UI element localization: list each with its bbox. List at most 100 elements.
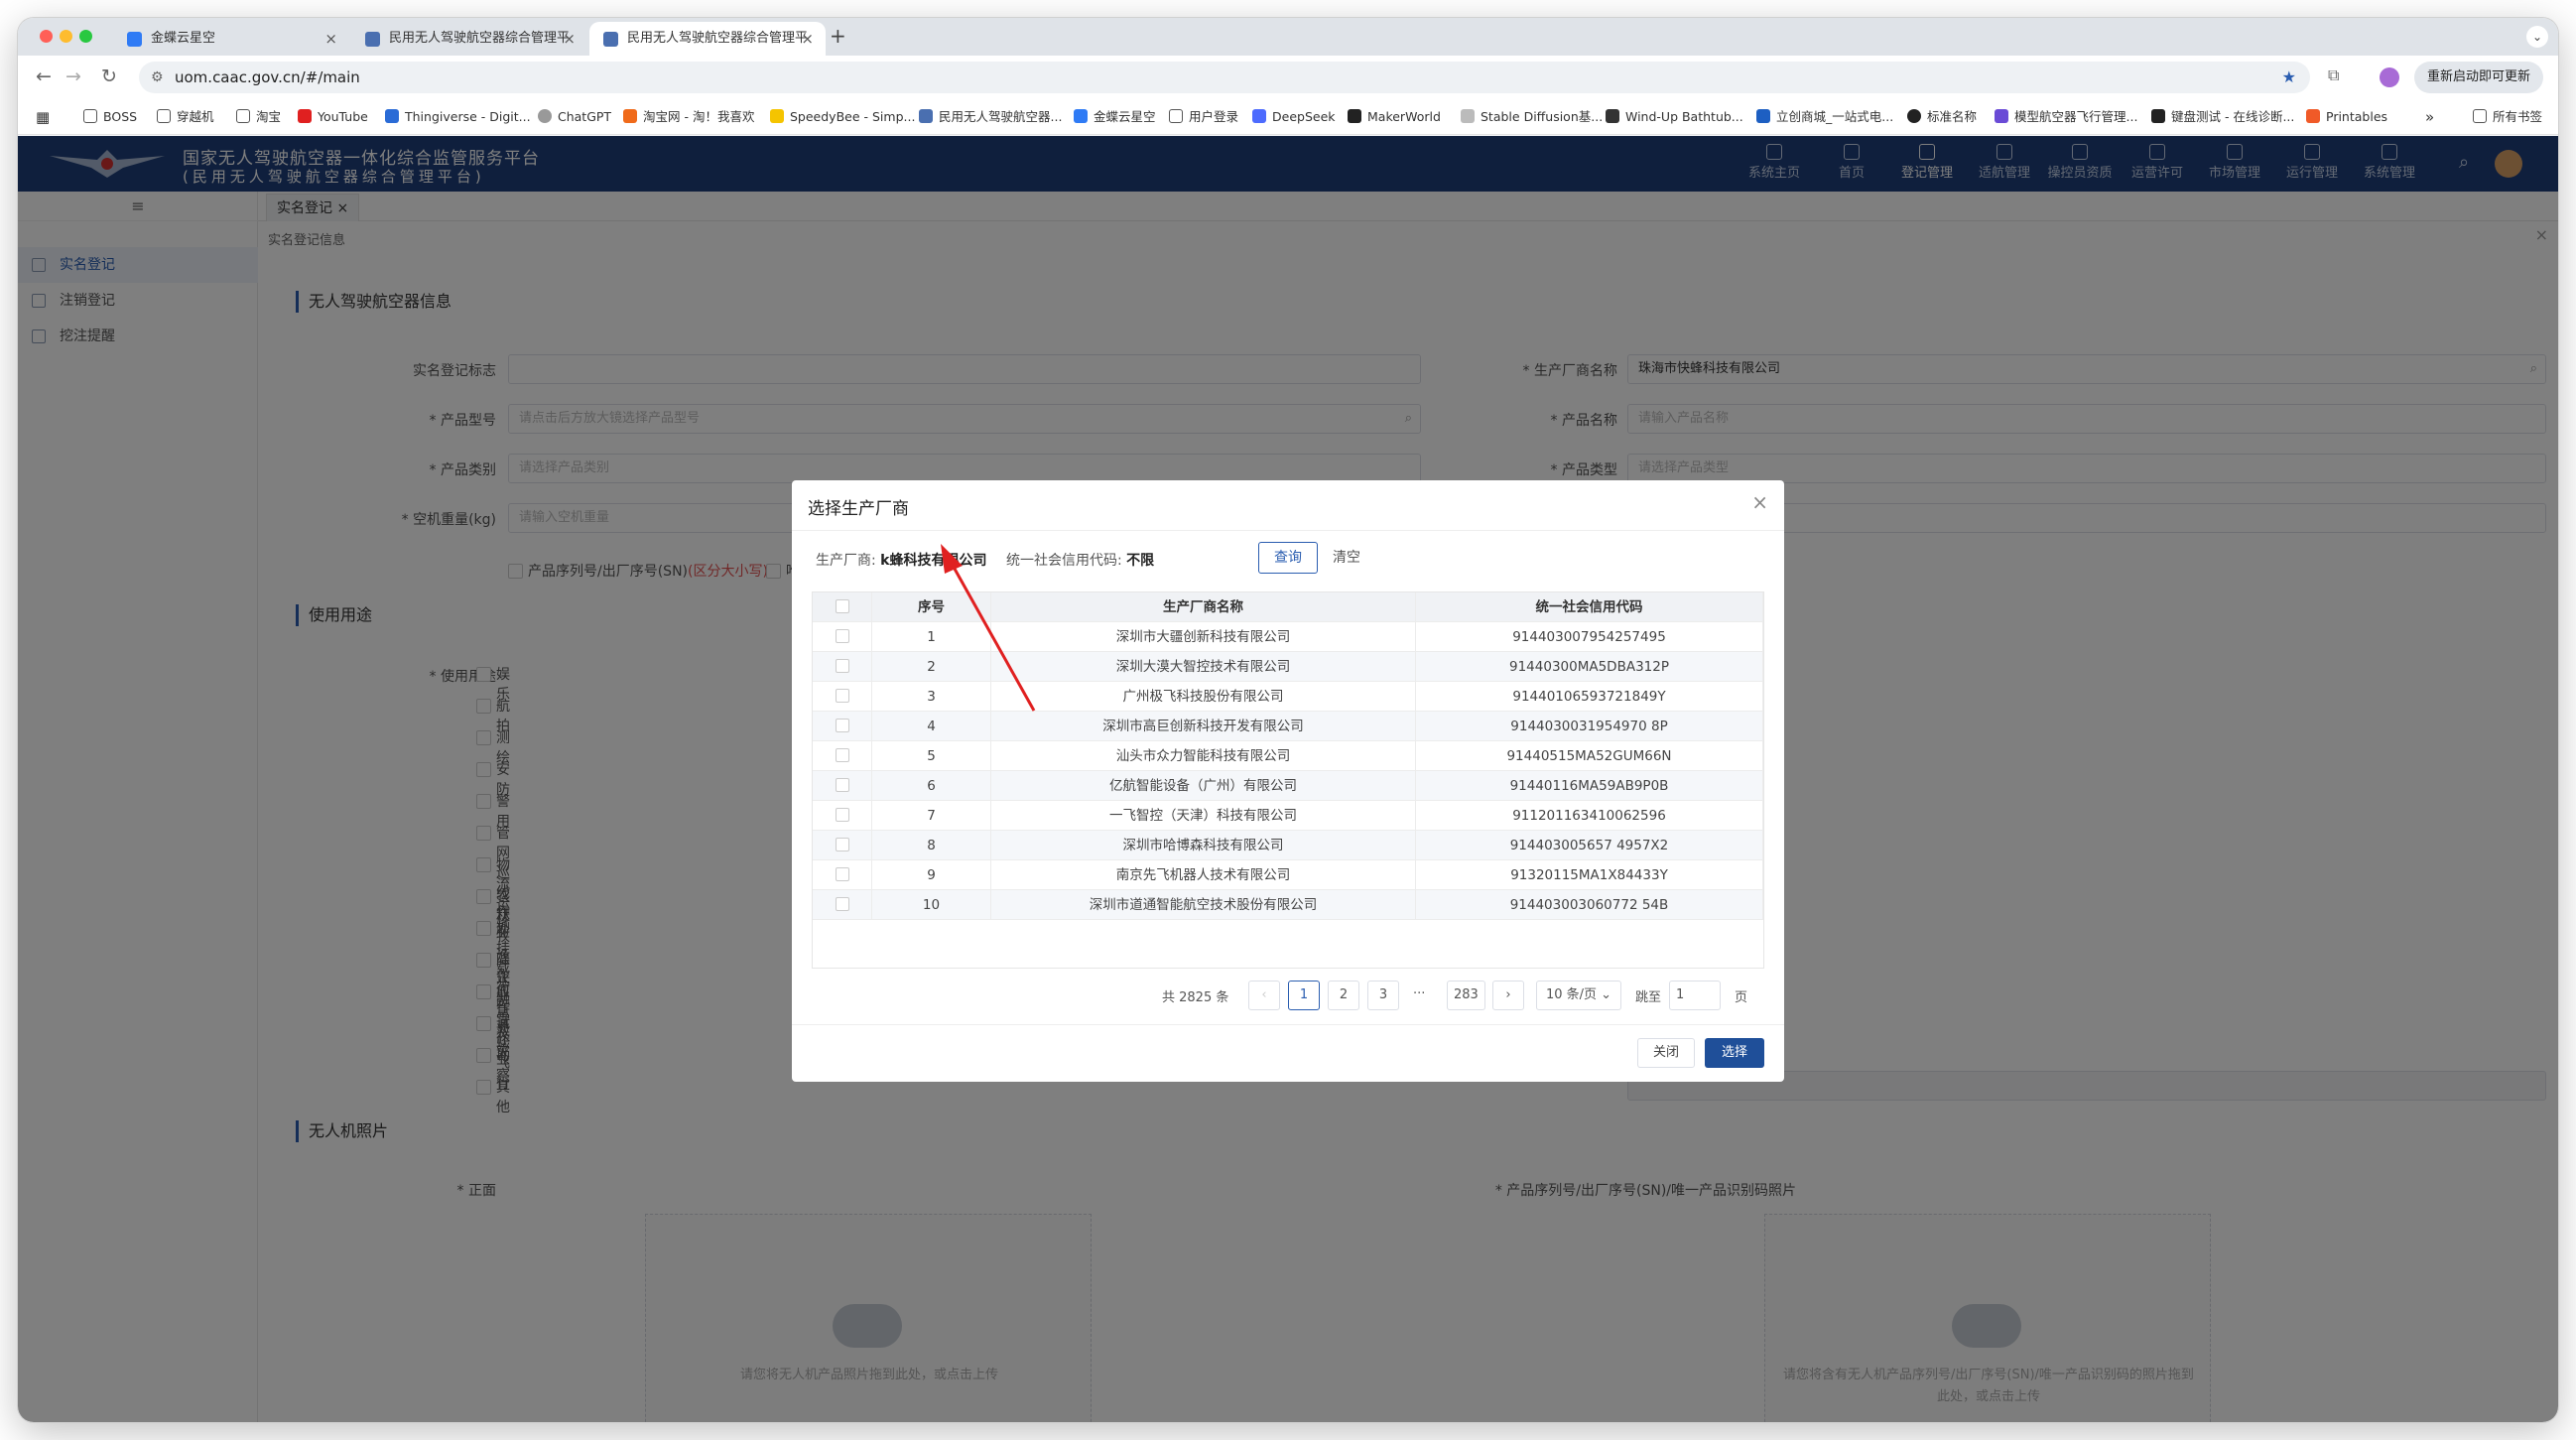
bookmark-item[interactable]: SpeedyBee - Simp... xyxy=(770,99,915,135)
all-bookmarks[interactable]: 所有书签 xyxy=(2473,99,2542,135)
page-2[interactable]: 2 xyxy=(1328,981,1359,1010)
close-button[interactable]: 关闭 xyxy=(1637,1038,1695,1068)
row-checkbox[interactable] xyxy=(813,741,872,771)
bookmark-item[interactable]: MakerWorld xyxy=(1348,99,1441,135)
row-checkbox[interactable] xyxy=(813,801,872,831)
checkbox[interactable] xyxy=(835,659,849,673)
bookmark-item[interactable]: 键盘测试 - 在线诊断... xyxy=(2151,99,2294,135)
table-cell: 9144030031954970 8P xyxy=(1416,712,1763,741)
page-last[interactable]: 283 xyxy=(1447,981,1485,1010)
bookmark-item[interactable]: Printables xyxy=(2306,99,2387,135)
bookmark-item[interactable]: 立创商城_一站式电... xyxy=(1756,99,1893,135)
table-row[interactable]: 2 深圳大漠大智控技术有限公司 91440300MA5DBA312P xyxy=(813,652,1763,682)
bookmark-item[interactable]: Wind-Up Bathtub... xyxy=(1606,99,1743,135)
table-row[interactable]: 5 汕头市众力智能科技有限公司 91440515MA52GUM66N xyxy=(813,741,1763,771)
checkbox[interactable] xyxy=(835,867,849,881)
row-checkbox[interactable] xyxy=(813,771,872,801)
table-row[interactable]: 4 深圳市高巨创新科技开发有限公司 9144030031954970 8P xyxy=(813,712,1763,741)
more-bookmarks-icon[interactable]: » xyxy=(2425,99,2434,135)
close-icon[interactable]: × xyxy=(1751,490,1768,514)
bookmark-item[interactable]: Stable Diffusion基... xyxy=(1461,99,1603,135)
table-header[interactable]: 序号 生产厂商名称 统一社会信用代码 xyxy=(813,592,1763,622)
clear-button[interactable]: 清空 xyxy=(1333,542,1360,574)
prev-page-button[interactable]: ‹ xyxy=(1248,981,1280,1010)
browser-tab-3[interactable]: 民用无人驾驶航空器综合管理平 × xyxy=(589,22,826,56)
caac-icon xyxy=(919,109,933,123)
row-checkbox[interactable] xyxy=(813,712,872,741)
table-cell: 91440300MA5DBA312P xyxy=(1416,652,1763,682)
checkbox[interactable] xyxy=(835,719,849,732)
zoom-window-dot[interactable] xyxy=(79,30,92,43)
restart-update-button[interactable]: 重新启动即可更新 xyxy=(2414,62,2543,93)
checkbox[interactable] xyxy=(835,897,849,911)
browser-tab-2[interactable]: 民用无人驾驶航空器综合管理平 × xyxy=(351,22,587,56)
table-row[interactable]: 6 亿航智能设备（广州）有限公司 91440116MA59AB9P0B xyxy=(813,771,1763,801)
new-tab-icon[interactable]: + xyxy=(830,24,846,48)
table-row[interactable]: 8 深圳市哈博森科技有限公司 914403005657 4957X2 xyxy=(813,831,1763,860)
apps-grid-icon[interactable]: ▦ xyxy=(36,99,50,135)
query-button[interactable]: 查询 xyxy=(1258,542,1318,574)
table-row[interactable]: 9 南京先飞机器人技术有限公司 91320115MA1X84433Y xyxy=(813,860,1763,890)
select-button[interactable]: 选择 xyxy=(1705,1038,1764,1068)
table-cell: 南京先飞机器人技术有限公司 xyxy=(991,860,1416,890)
row-checkbox[interactable] xyxy=(813,622,872,652)
table-row[interactable]: 7 一飞智控（天津）科技有限公司 911201163410062596 xyxy=(813,801,1763,831)
row-checkbox[interactable] xyxy=(813,682,872,712)
checkbox[interactable] xyxy=(835,748,849,762)
bookmark-item[interactable]: 淘宝 xyxy=(236,99,281,135)
address-bar[interactable]: ⚙ uom.caac.gov.cn/#/main ★ xyxy=(139,62,2310,93)
page-ellipsis[interactable]: ··· xyxy=(1413,986,1425,1001)
query-manufacturer[interactable]: 生产厂商: k蜂科技有限公司 xyxy=(816,550,986,570)
next-page-button[interactable]: › xyxy=(1492,981,1524,1010)
page-size-select[interactable]: 10 条/页 ⌄ xyxy=(1536,981,1621,1010)
row-checkbox[interactable] xyxy=(813,652,872,682)
jump-input[interactable]: 1 xyxy=(1669,981,1721,1010)
checkbox[interactable] xyxy=(835,629,849,643)
table-row[interactable]: 1 深圳市大疆创新科技有限公司 914403007954257495 xyxy=(813,622,1763,652)
bookmark-item[interactable]: Thingiverse - Digit... xyxy=(385,99,531,135)
close-tab-icon[interactable]: × xyxy=(563,22,576,56)
extensions-icon[interactable]: ⧉ xyxy=(2328,65,2339,85)
bookmark-item[interactable]: DeepSeek xyxy=(1252,99,1336,135)
tab-search-icon[interactable]: ⌄ xyxy=(2526,26,2548,48)
bookmark-item[interactable]: 民用无人驾驶航空器... xyxy=(919,99,1062,135)
table-row[interactable]: 3 广州极飞科技股份有限公司 91440106593721849Y xyxy=(813,682,1763,712)
pagination: 共 2825 条 ‹ 1 2 3 ··· 283 › 10 条/页 ⌄ 跳至 1… xyxy=(792,981,1784,1012)
tab-strip: 金蝶云星空 × 民用无人驾驶航空器综合管理平 × 民用无人驾驶航空器综合管理平 × +… xyxy=(18,18,2558,56)
bookmark-item[interactable]: 金蝶云星空 xyxy=(1074,99,1156,135)
checkbox[interactable] xyxy=(835,808,849,822)
close-window-dot[interactable] xyxy=(40,30,53,43)
total-count: 共 2825 条 xyxy=(1162,990,1229,1005)
row-checkbox[interactable] xyxy=(813,592,872,622)
page-3[interactable]: 3 xyxy=(1367,981,1399,1010)
site-info-icon[interactable]: ⚙ xyxy=(151,62,164,93)
bookmark-item[interactable]: YouTube xyxy=(298,99,368,135)
page-1[interactable]: 1 xyxy=(1288,981,1320,1010)
checkbox[interactable] xyxy=(835,838,849,851)
row-checkbox[interactable] xyxy=(813,860,872,890)
reload-icon[interactable]: ↻ xyxy=(101,65,117,87)
bookmark-item[interactable]: 淘宝网 - 淘！我喜欢 xyxy=(623,99,754,135)
back-icon[interactable]: ← xyxy=(36,65,52,87)
forward-icon[interactable]: → xyxy=(65,65,81,87)
checkbox[interactable] xyxy=(835,778,849,792)
bookmark-item[interactable]: 用户登录 xyxy=(1169,99,1238,135)
bookmark-item[interactable]: 标准名称 xyxy=(1907,99,1977,135)
browser-tab-1[interactable]: 金蝶云星空 × xyxy=(113,22,349,56)
close-tab-icon[interactable]: × xyxy=(324,22,337,56)
table-row[interactable]: 10 深圳市道通智能航空技术股份有限公司 914403003060772 54B xyxy=(813,890,1763,920)
close-tab-icon[interactable]: × xyxy=(801,22,814,56)
bookmark-item[interactable]: BOSS xyxy=(83,99,137,135)
checkbox[interactable] xyxy=(835,599,849,613)
bookmark-item[interactable]: 模型航空器飞行管理... xyxy=(1995,99,2137,135)
bookmark-item[interactable]: ChatGPT xyxy=(538,99,611,135)
kingdee-icon xyxy=(1074,109,1088,123)
checkbox[interactable] xyxy=(835,689,849,703)
bookmark-item[interactable]: 穿越机 xyxy=(157,99,214,135)
query-credit-code[interactable]: 统一社会信用代码: 不限 xyxy=(1006,550,1154,570)
minimize-window-dot[interactable] xyxy=(60,30,72,43)
profile-avatar[interactable] xyxy=(2380,67,2399,87)
bookmark-star-icon[interactable]: ★ xyxy=(2282,62,2296,93)
row-checkbox[interactable] xyxy=(813,831,872,860)
row-checkbox[interactable] xyxy=(813,890,872,920)
